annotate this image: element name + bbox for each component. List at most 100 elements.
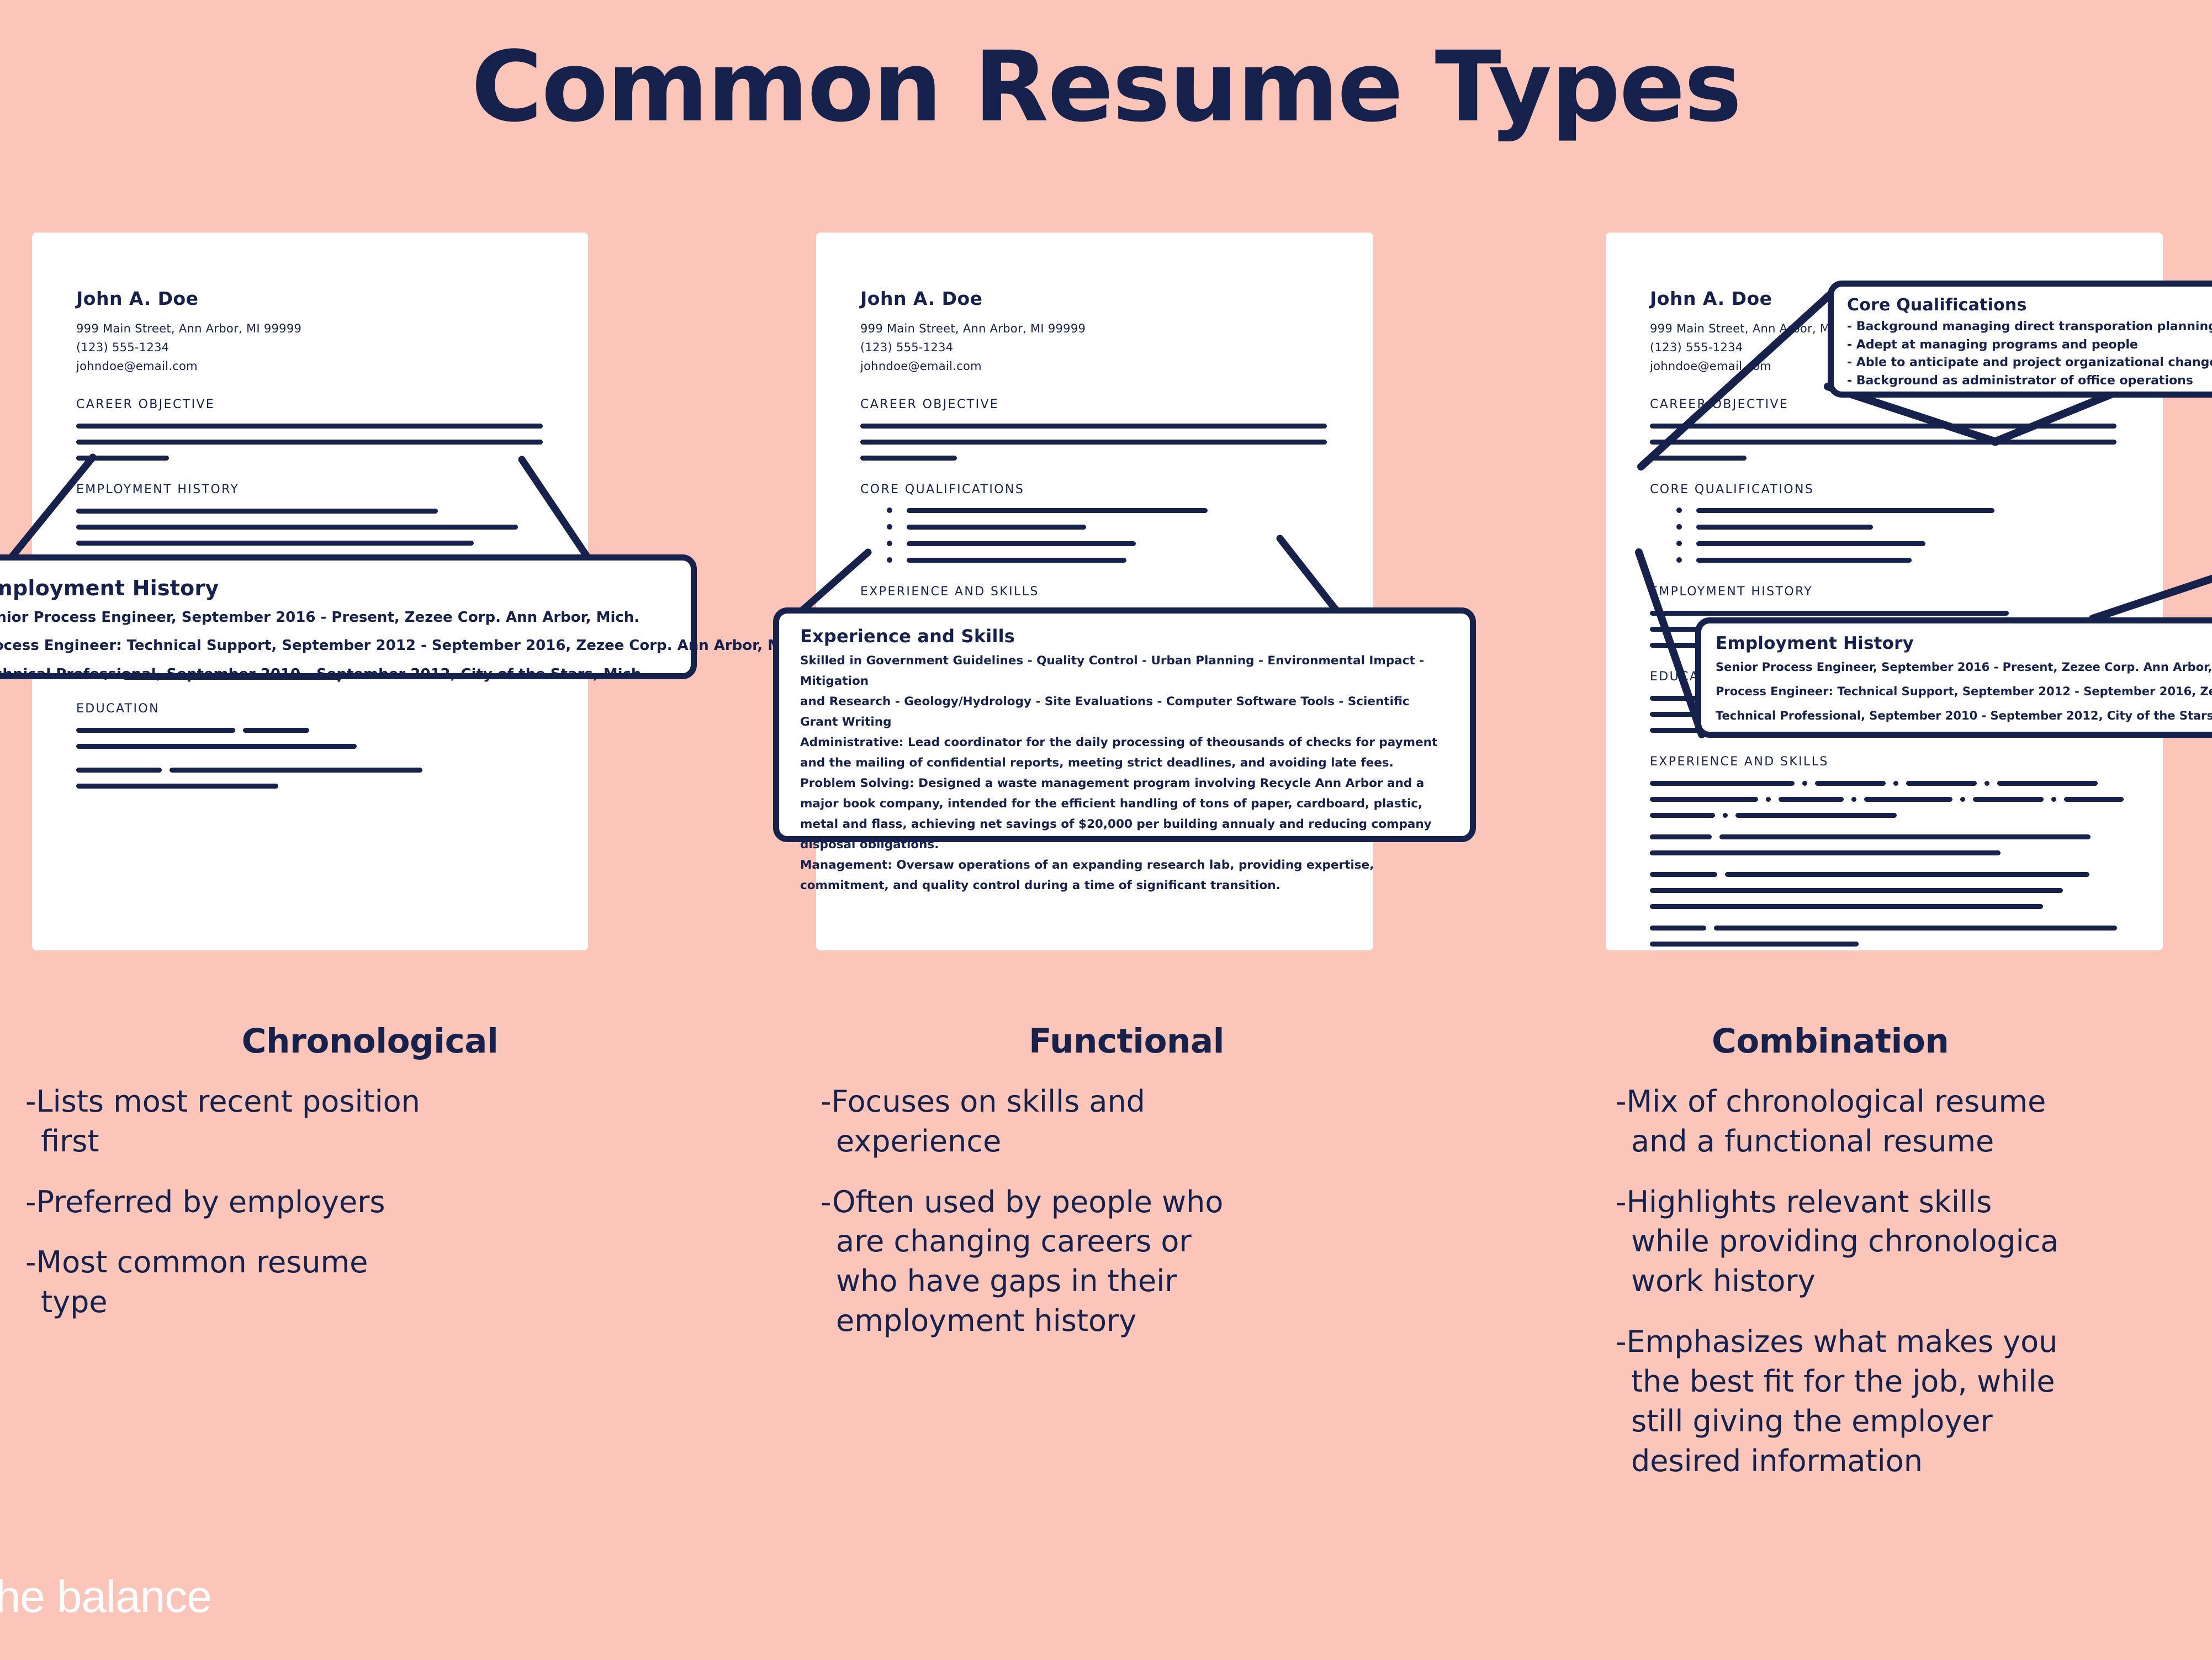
resume-name: John A. Doe <box>860 288 983 309</box>
list-item <box>887 541 1351 547</box>
callout-employment-history-1: Employment History Senior Process Engine… <box>0 554 811 681</box>
infographic-page: Common Resume Types John A. Doe 999 Main… <box>0 0 2212 1660</box>
column-chronological: Chronological -Lists most recent positio… <box>0 1022 740 1343</box>
bullet-list <box>1650 507 2141 563</box>
text-bar <box>2064 797 2124 802</box>
text-bar <box>1779 797 1844 802</box>
text-bar <box>1973 797 2044 802</box>
list-item <box>1676 557 2141 563</box>
callout-line: Senior Process Engineer, September 2016 … <box>0 609 640 626</box>
callout-list-item: - Background managing direct transporati… <box>1847 320 2212 334</box>
text-bar <box>1650 611 2009 616</box>
section-experience-and-skills: EXPERIENCE AND SKILLS <box>860 585 1039 599</box>
resume-address: 999 Main Street, Ann Arbor, MI 99999 <box>860 322 1086 335</box>
resume-contact: 999 Main Street, Ann Arbor, MI 99999 (12… <box>860 319 1351 376</box>
section-core-qualifications: CORE QUALIFICATIONS <box>860 483 1025 497</box>
section-employment-history: EMPLOYMENT HISTORY <box>1650 585 1813 599</box>
bullet-dot-icon <box>1676 557 1682 563</box>
text-bar <box>76 440 543 445</box>
text-bar <box>1650 926 1706 931</box>
list-item: -Preferred by employers <box>25 1184 385 1219</box>
callout-skills-line-2: and Research - Geology/Hydrology - Site … <box>800 694 1410 729</box>
text-bar <box>1650 850 2001 856</box>
text-bar <box>1815 781 1886 786</box>
text-bar <box>76 784 278 789</box>
column-title: Functional <box>1028 1022 1225 1061</box>
section-career-objective: CAREER OBJECTIVE <box>76 398 215 412</box>
callout-line: Process Engineer: Technical Support, Sep… <box>1716 685 2212 699</box>
text-bar <box>1650 424 2116 429</box>
section-career-objective: CAREER OBJECTIVE <box>860 398 999 412</box>
list-item: -Most common resume type <box>25 1245 368 1320</box>
text-bar-row <box>1650 813 2141 818</box>
text-bar <box>1893 781 1898 786</box>
bullet-dot-icon <box>1676 524 1682 530</box>
list-item <box>1676 541 2141 547</box>
placeholder-bars <box>1650 424 2141 461</box>
resume-email: johndoe@email.com <box>76 360 198 373</box>
text-bar-row <box>1650 834 2141 840</box>
text-bar <box>170 768 422 773</box>
callout-administrative: Administrative: Lead coordinator for the… <box>800 733 1449 774</box>
text-bar <box>76 509 438 514</box>
bullet-dot-icon <box>887 507 892 514</box>
callout-line: Technical Professional, September 2010 -… <box>1716 709 2212 723</box>
text-bar <box>1719 834 2091 840</box>
callout-skills-line-1: Skilled in Government Guidelines - Quali… <box>800 654 1425 688</box>
text-bar <box>1851 797 1856 802</box>
text-bar <box>907 507 1208 513</box>
text-bar <box>907 524 1086 530</box>
column-bullet-list: -Focuses on skills and experience -Often… <box>795 1082 1458 1341</box>
callout-heading: Employment History <box>0 576 219 600</box>
text-bar-row <box>1650 926 2141 931</box>
text-bar <box>76 744 357 749</box>
list-item: -Often used by people who are changing c… <box>821 1184 1224 1339</box>
list-item <box>887 557 1351 563</box>
list-item: -Lists most recent position first <box>25 1084 420 1159</box>
callout-administrative-label: Administrative: <box>800 735 904 749</box>
text-bar <box>1650 456 1747 461</box>
text-bar <box>76 424 543 429</box>
section-employment-history: EMPLOYMENT HISTORY <box>76 483 240 497</box>
text-bar <box>1696 507 1994 513</box>
text-bar <box>1650 440 2116 445</box>
callout-experience-and-skills: Experience and Skills Skilled in Governm… <box>773 607 1476 892</box>
callout-employment-history-2: Employment History Senior Process Engine… <box>1695 617 2212 738</box>
page-title: Common Resume Types <box>471 30 1742 144</box>
callout-core-qualifications: Core Qualifications - Background managin… <box>1828 281 2212 398</box>
text-bar <box>1696 524 1873 530</box>
section-core-qualifications: CORE QUALIFICATIONS <box>1650 483 1814 497</box>
text-bar <box>1723 813 1728 818</box>
text-bar <box>1766 797 1771 802</box>
resume-phone: (123) 555-1234 <box>76 341 170 355</box>
resume-phone: (123) 555-1234 <box>860 341 954 355</box>
text-bar <box>1650 888 2063 894</box>
text-bar <box>1997 781 2098 786</box>
callout-list-item: - Adept at managing programs and people <box>1847 337 2138 352</box>
column-bullet-list: -Mix of chronological resume and a funct… <box>1590 1082 2212 1481</box>
list-item: -Focuses on skills and experience <box>821 1084 1145 1159</box>
text-bar <box>1650 872 1717 877</box>
column-title: Combination <box>1712 1022 1949 1061</box>
text-bar <box>76 525 518 530</box>
placeholder-bars <box>860 424 1351 461</box>
text-bar-row <box>1650 797 2141 802</box>
text-bar <box>243 728 309 733</box>
callout-line: Senior Process Engineer, September 2016 … <box>1716 660 2212 674</box>
resume-contact: 999 Main Street, Ann Arbor, MI 99999 (12… <box>76 319 566 376</box>
callout-line: Process Engineer: Technical Support, Sep… <box>0 637 811 654</box>
bullet-dot-icon <box>887 541 892 547</box>
text-bar <box>1696 557 1912 563</box>
text-bar <box>1650 813 1715 818</box>
text-bar-row <box>1650 872 2141 877</box>
bullet-dot-icon <box>1676 507 1682 514</box>
text-bar <box>1650 904 2043 910</box>
callout-management: Management: Oversaw operations of an exp… <box>800 855 1449 896</box>
bullet-dot-icon <box>887 524 892 530</box>
text-bar <box>1960 797 1965 802</box>
list-item <box>1676 524 2141 530</box>
list-item: -Emphasizes what makes you the best fit … <box>1616 1324 2058 1478</box>
bullet-dot-icon <box>1676 541 1682 547</box>
text-bar <box>1864 797 1952 802</box>
brand-logo: the balance <box>0 1572 212 1622</box>
